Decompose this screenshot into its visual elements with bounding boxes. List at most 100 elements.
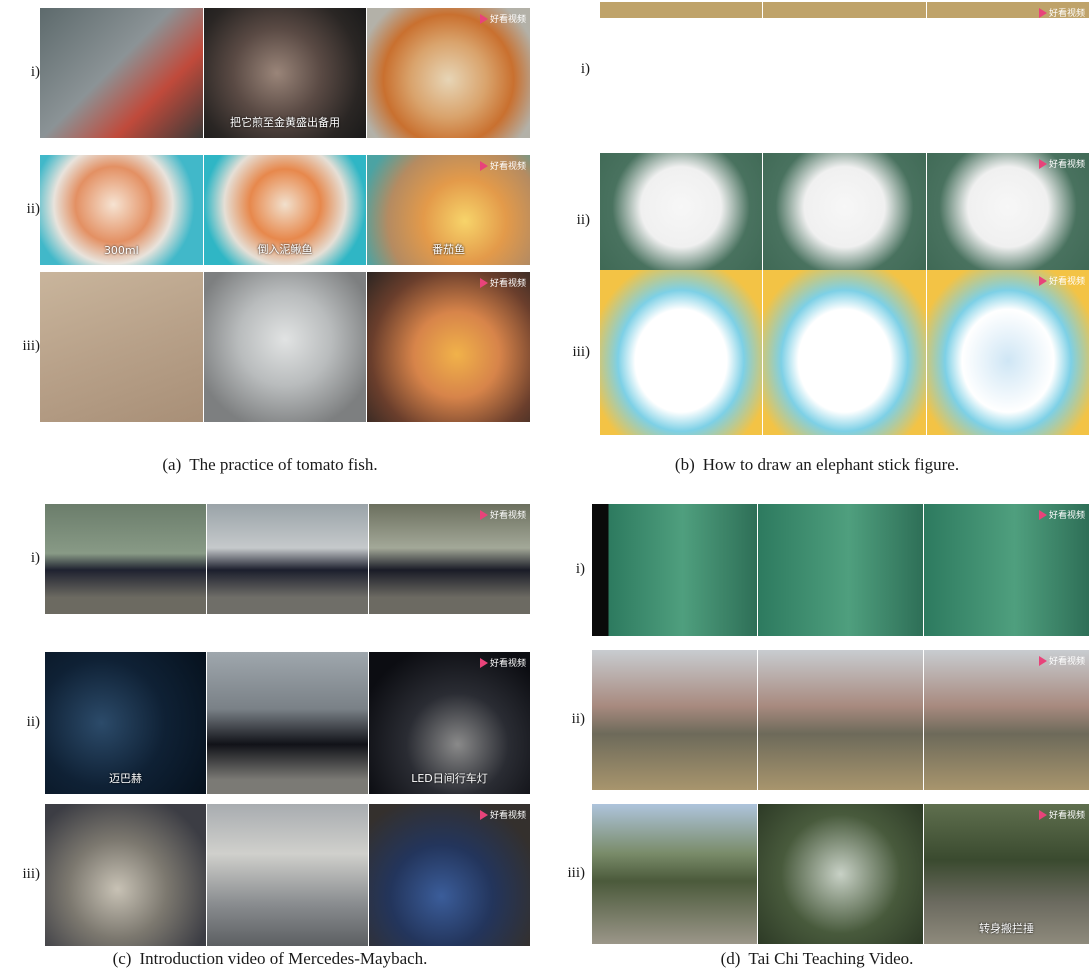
row-label: iii) <box>567 865 586 881</box>
logo-text: 好看视频 <box>1048 511 1085 521</box>
caption-tag: (b) <box>674 455 695 474</box>
video-frame <box>758 504 924 636</box>
video-logo: 好看视频 <box>479 508 526 521</box>
row-label: iii) <box>22 866 41 882</box>
caption-text: The practice of tomato fish. <box>189 455 378 474</box>
video-logo: 好看视频 <box>480 12 526 25</box>
video-frame: 好看视频 <box>926 270 1089 435</box>
logo-text: 好看视频 <box>490 162 527 172</box>
video-frame <box>45 804 207 946</box>
logo-text: 好看视频 <box>490 15 527 25</box>
frame-strip: 好看视频 <box>592 504 1089 636</box>
logo-text: 好看视频 <box>1048 811 1085 821</box>
frame-strip: 好看视频 <box>45 804 530 946</box>
play-icon <box>480 160 488 171</box>
video-frame <box>40 8 204 138</box>
video-logo: 好看视频 <box>480 276 526 289</box>
panel-a: i) 把它煎至金黄盛出备用 好看视频 ii) 300ml 倒入泥鳅鱼 番茄鱼 好看视频 iii)… <box>0 0 540 488</box>
logo-text: 好看视频 <box>489 811 526 821</box>
frame-caption-text: LED日间行车灯 <box>411 772 488 785</box>
play-icon <box>1038 509 1047 520</box>
video-frame <box>763 270 927 435</box>
caption-text: Introduction video of Mercedes-Maybach. <box>139 949 428 968</box>
subfigure-caption: (a) The practice of tomato fish. <box>0 455 540 475</box>
subfigure-caption: (c) Introduction video of Mercedes-Maybac… <box>0 949 540 969</box>
logo-text: 好看视频 <box>1048 160 1085 170</box>
caption-text: How to draw an elephant stick figure. <box>702 455 960 474</box>
frame-strip: 好看视频 <box>600 2 1089 137</box>
row-label: i) <box>575 561 585 577</box>
video-frame <box>40 272 204 422</box>
video-logo: 好看视频 <box>1038 274 1085 287</box>
video-frame: 好看视频 <box>367 272 531 422</box>
video-logo: 好看视频 <box>479 808 526 821</box>
video-frame: 番茄鱼 好看视频 <box>367 155 531 265</box>
frame-caption-text: 迈巴赫 <box>109 772 142 785</box>
video-frame: 好看视频 <box>926 153 1089 288</box>
video-frame <box>600 270 764 435</box>
row-label: i) <box>30 64 40 80</box>
frame-strip: 迈巴赫 LED日间行车灯 好看视频 <box>45 652 530 794</box>
video-frame <box>207 504 369 614</box>
video-logo: 好看视频 <box>479 656 526 669</box>
play-icon <box>480 13 488 24</box>
video-logo: 好看视频 <box>480 159 526 172</box>
play-icon <box>1038 275 1047 286</box>
play-icon <box>479 657 488 668</box>
panel-b: i) 好看视频 ii) 好看视频 iii) 好看视频 (b) How to draw an e… <box>545 0 1089 488</box>
video-logo: 好看视频 <box>1038 508 1085 521</box>
panel-c: i) 好看视频 ii) 迈巴赫 LED日间行车灯 好看视频 iii) 好看视频 (c) Intro… <box>0 494 540 977</box>
logo-text: 好看视频 <box>1048 9 1085 19</box>
play-icon <box>1038 809 1047 820</box>
video-frame: 转身搬拦捶 好看视频 <box>924 804 1089 944</box>
video-logo: 好看视频 <box>1038 808 1085 821</box>
row-label: ii) <box>576 211 590 228</box>
video-frame <box>763 153 927 288</box>
row-label: ii) <box>26 714 40 730</box>
play-icon <box>479 509 488 520</box>
frame-strip: 把它煎至金黄盛出备用 好看视频 <box>40 8 531 138</box>
video-frame <box>763 2 927 137</box>
row-label: iii) <box>572 343 591 360</box>
video-frame <box>207 652 369 794</box>
play-icon <box>1038 158 1047 169</box>
frame-strip: 好看视频 <box>600 270 1089 435</box>
frame-strip: 好看视频 <box>45 504 530 614</box>
logo-text: 好看视频 <box>1048 657 1085 667</box>
frame-strip: 好看视频 <box>40 272 531 422</box>
video-frame: 好看视频 <box>924 504 1089 636</box>
video-frame: LED日间行车灯 好看视频 <box>369 652 530 794</box>
logo-text: 好看视频 <box>1048 277 1085 287</box>
video-frame: 把它煎至金黄盛出备用 <box>203 8 368 138</box>
video-frame <box>600 153 764 288</box>
video-logo: 好看视频 <box>1038 654 1085 667</box>
play-icon <box>1038 655 1047 666</box>
video-frame: 好看视频 <box>369 504 530 614</box>
logo-text: 好看视频 <box>489 659 526 669</box>
video-frame <box>592 650 758 790</box>
subfigure-caption: (d) Tai Chi Teaching Video. <box>545 949 1089 969</box>
video-frame <box>207 804 369 946</box>
play-icon <box>1038 7 1047 18</box>
play-icon <box>479 809 488 820</box>
frame-caption-text: 倒入泥鳅鱼 <box>257 243 313 256</box>
caption-text: Tai Chi Teaching Video. <box>748 949 914 968</box>
caption-tag: (a) <box>162 455 182 474</box>
video-frame <box>45 504 207 614</box>
frame-strip: 好看视频 <box>592 650 1089 790</box>
video-frame: 迈巴赫 <box>45 652 207 794</box>
video-logo: 好看视频 <box>1038 157 1085 170</box>
logo-text: 好看视频 <box>489 511 526 521</box>
frame-strip: 转身搬拦捶 好看视频 <box>592 804 1089 944</box>
row-label: iii) <box>22 338 41 354</box>
row-label: i) <box>30 550 40 566</box>
frame-strip: 300ml 倒入泥鳅鱼 番茄鱼 好看视频 <box>40 155 531 265</box>
video-logo: 好看视频 <box>1038 6 1085 19</box>
video-frame: 倒入泥鳅鱼 <box>203 155 368 265</box>
caption-tag: (c) <box>112 949 132 968</box>
play-icon <box>480 277 488 288</box>
video-frame: 好看视频 <box>369 804 530 946</box>
row-label: i) <box>580 60 590 77</box>
video-frame <box>203 272 368 422</box>
frame-caption-text: 转身搬拦捶 <box>979 922 1034 935</box>
